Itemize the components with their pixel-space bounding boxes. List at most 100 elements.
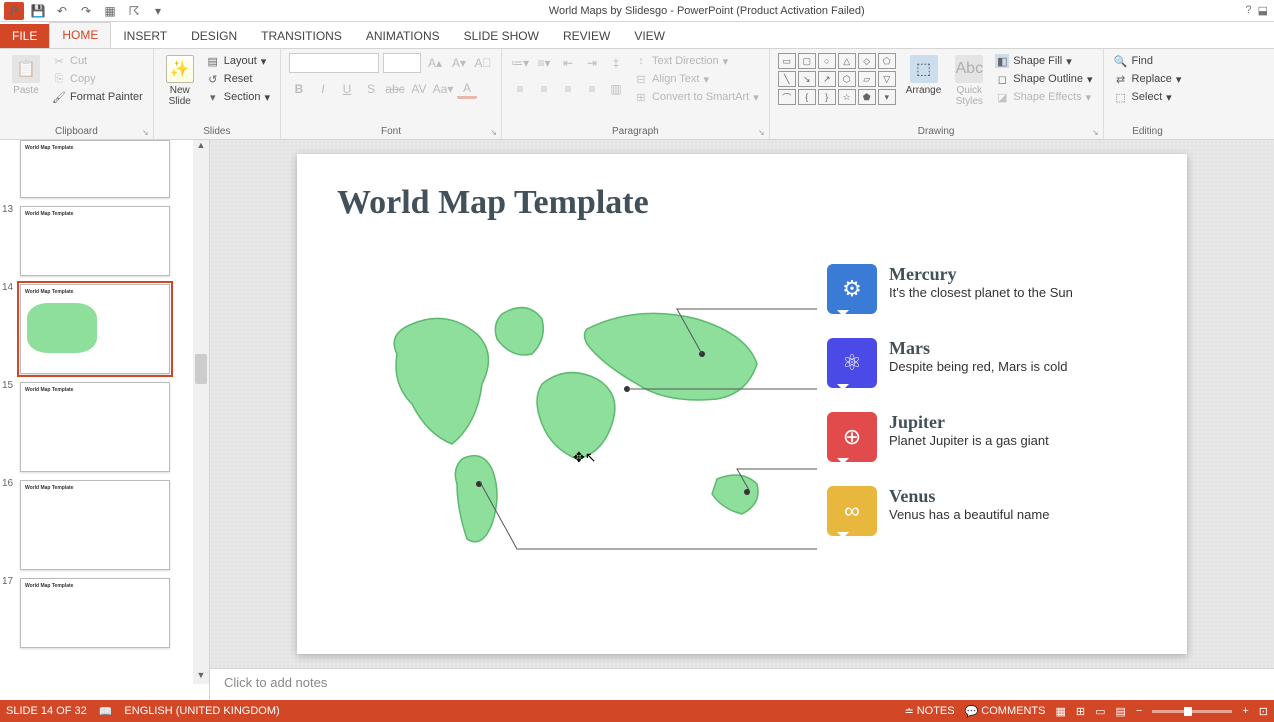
undo-icon[interactable]: ↶ (52, 2, 72, 20)
normal-view-icon[interactable]: ▦ (1055, 705, 1065, 718)
thumb-13[interactable]: 13 World Map Template (0, 202, 209, 280)
find-button[interactable]: 🔍Find (1112, 53, 1184, 69)
select-button[interactable]: ⬚Select ▾ (1112, 89, 1184, 105)
text-direction-button[interactable]: ↕Text Direction ▾ (632, 53, 761, 69)
world-map[interactable]: ✥↖ (367, 284, 767, 564)
start-from-beginning-icon[interactable]: ▦ (100, 2, 120, 20)
thumb-12-partial[interactable]: World Map Template (0, 140, 209, 202)
section-button[interactable]: ▾Section ▾ (204, 89, 272, 105)
thumb-14[interactable]: 14 World Map Template (0, 280, 209, 378)
tab-animations[interactable]: ANIMATIONS (354, 24, 452, 48)
spacing-icon[interactable]: AV (409, 79, 429, 99)
qat-customize-icon[interactable]: ▾ (148, 2, 168, 20)
smartart-button[interactable]: ⊞Convert to SmartArt ▾ (632, 89, 761, 105)
font-color-icon[interactable]: A (457, 79, 477, 99)
align-center-icon[interactable]: ≡ (534, 79, 554, 99)
bullets-icon[interactable]: ≔▾ (510, 53, 530, 73)
language-indicator[interactable]: ENGLISH (UNITED KINGDOM) (124, 705, 279, 717)
decrease-font-icon[interactable]: A▾ (449, 53, 469, 73)
reset-button[interactable]: ↺Reset (204, 71, 272, 87)
callout-mercury[interactable]: ⚙ MercuryIt's the closest planet to the … (827, 264, 1137, 314)
callout-venus[interactable]: ∞ VenusVenus has a beautiful name (827, 486, 1137, 536)
callout-jupiter[interactable]: ⊕ JupiterPlanet Jupiter is a gas giant (827, 412, 1137, 462)
tab-insert[interactable]: INSERT (111, 24, 179, 48)
tab-file[interactable]: FILE (0, 24, 49, 48)
cut-button[interactable]: ✂Cut (50, 53, 145, 69)
comments-button[interactable]: 💬 COMMENTS (965, 705, 1046, 718)
format-painter-button[interactable]: 🖌Format Painter (50, 89, 145, 105)
columns-icon[interactable]: ▥ (606, 79, 626, 99)
quick-styles-icon: Abc (955, 55, 983, 83)
notes-button[interactable]: ≐ NOTES (904, 705, 954, 718)
italic-icon[interactable]: I (313, 79, 333, 99)
tab-slideshow[interactable]: SLIDE SHOW (452, 24, 551, 48)
copy-button[interactable]: ⎘Copy (50, 71, 145, 87)
paste-button[interactable]: 📋 Paste (8, 53, 44, 98)
tab-design[interactable]: DESIGN (179, 24, 249, 48)
powerpoint-icon[interactable]: P (4, 2, 24, 20)
font-size-combo[interactable] (383, 53, 421, 73)
find-icon: 🔍 (1114, 54, 1128, 68)
zoom-slider[interactable] (1152, 710, 1232, 713)
paragraph-launcher-icon[interactable]: ↘ (758, 128, 765, 137)
align-left-icon[interactable]: ≡ (510, 79, 530, 99)
notes-pane[interactable]: Click to add notes (210, 668, 1274, 700)
zoom-out-icon[interactable]: − (1136, 705, 1142, 717)
justify-icon[interactable]: ≡ (582, 79, 602, 99)
slide-counter[interactable]: SLIDE 14 OF 32 (6, 705, 87, 717)
scroll-down-icon[interactable]: ▼ (193, 670, 209, 684)
reading-view-icon[interactable]: ▭ (1095, 705, 1105, 718)
callout-mars[interactable]: ⚛ MarsDespite being red, Mars is cold (827, 338, 1137, 388)
shape-fill-button[interactable]: ◧Shape Fill ▾ (993, 53, 1094, 69)
thumb-16[interactable]: 16 World Map Template (0, 476, 209, 574)
tab-review[interactable]: REVIEW (551, 24, 622, 48)
decrease-indent-icon[interactable]: ⇤ (558, 53, 578, 73)
save-icon[interactable]: 💾 (28, 2, 48, 20)
replace-button[interactable]: ⇄Replace ▾ (1112, 71, 1184, 87)
increase-indent-icon[interactable]: ⇥ (582, 53, 602, 73)
layout-button[interactable]: ▤Layout ▾ (204, 53, 272, 69)
clear-format-icon[interactable]: A⃠ (473, 53, 493, 73)
touch-mode-icon[interactable]: ☈ (124, 2, 144, 20)
help-icon[interactable]: ? (1245, 4, 1251, 17)
drawing-launcher-icon[interactable]: ↘ (1092, 128, 1099, 137)
thumb-scrollbar[interactable]: ▲ ▼ (193, 140, 209, 684)
thumb-17[interactable]: 17 World Map Template (0, 574, 209, 652)
shape-outline-button[interactable]: ◻Shape Outline ▾ (993, 71, 1094, 87)
sorter-view-icon[interactable]: ⊞ (1076, 705, 1085, 718)
align-text-button[interactable]: ⊟Align Text ▾ (632, 71, 761, 87)
font-launcher-icon[interactable]: ↘ (490, 128, 497, 137)
bold-icon[interactable]: B (289, 79, 309, 99)
shape-gallery[interactable]: ▭▢○△◇⬠ ╲↘↗⬡▱▽ ⌒{}☆⬟▾ (778, 53, 896, 105)
clipboard-group-label: Clipboard (55, 126, 98, 137)
new-slide-button[interactable]: ✨ New Slide (162, 53, 198, 109)
slide-title[interactable]: World Map Template (337, 184, 1147, 222)
tab-transitions[interactable]: TRANSITIONS (249, 24, 354, 48)
line-spacing-icon[interactable]: ‡ (606, 53, 626, 73)
spell-check-icon[interactable]: 📖 (99, 705, 113, 718)
tab-view[interactable]: VIEW (622, 24, 677, 48)
fit-to-window-icon[interactable]: ⊡ (1259, 705, 1268, 718)
font-family-combo[interactable] (289, 53, 379, 73)
arrange-button[interactable]: ⬚ Arrange (902, 53, 946, 98)
scroll-handle[interactable] (195, 354, 207, 384)
thumb-15[interactable]: 15 World Map Template (0, 378, 209, 476)
new-slide-icon: ✨ (166, 55, 194, 83)
redo-icon[interactable]: ↷ (76, 2, 96, 20)
increase-font-icon[interactable]: A▴ (425, 53, 445, 73)
strike-icon[interactable]: abc (385, 79, 405, 99)
shape-effects-button[interactable]: ◪Shape Effects ▾ (993, 89, 1094, 105)
scroll-up-icon[interactable]: ▲ (193, 140, 209, 154)
clipboard-launcher-icon[interactable]: ↘ (142, 128, 149, 137)
slideshow-view-icon[interactable]: ▤ (1116, 705, 1126, 718)
quick-styles-button[interactable]: Abc Quick Styles (951, 53, 987, 109)
numbering-icon[interactable]: ≡▾ (534, 53, 554, 73)
ribbon-display-icon[interactable]: ⬓ (1258, 4, 1268, 17)
shadow-icon[interactable]: S (361, 79, 381, 99)
align-right-icon[interactable]: ≡ (558, 79, 578, 99)
underline-icon[interactable]: U (337, 79, 357, 99)
slide-canvas[interactable]: World Map Template (297, 154, 1187, 654)
zoom-in-icon[interactable]: + (1242, 705, 1248, 717)
change-case-icon[interactable]: Aa▾ (433, 79, 453, 99)
tab-home[interactable]: HOME (49, 22, 111, 48)
